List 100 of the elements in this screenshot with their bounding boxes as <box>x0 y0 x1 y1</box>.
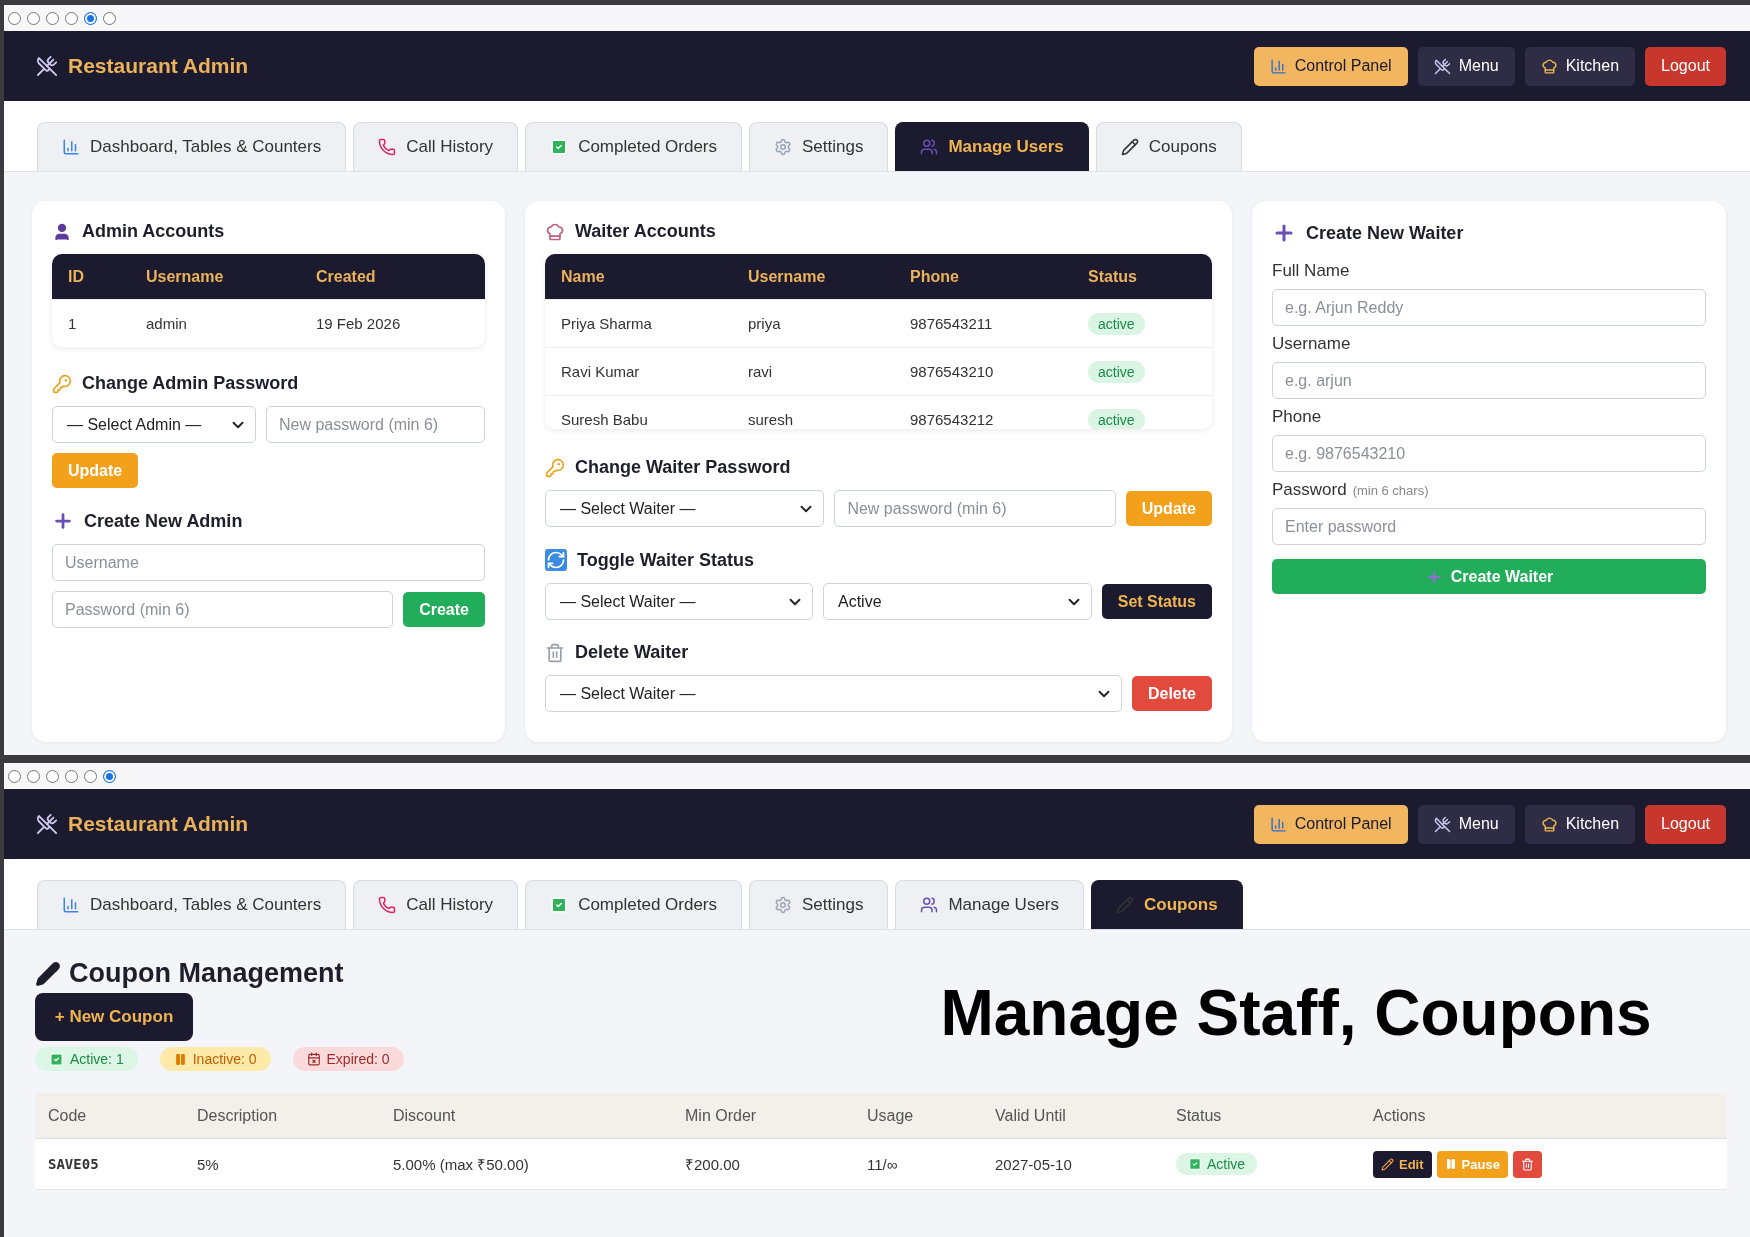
input-field[interactable]: e.g. 9876543210 <box>1272 435 1706 472</box>
radio-dot[interactable] <box>46 11 59 25</box>
tab[interactable]: Completed Orders <box>525 880 742 929</box>
header-button[interactable]: Kitchen <box>1524 804 1636 844</box>
table-cell-text: 9876543211 <box>910 315 994 332</box>
password-field[interactable]: New password (min 6) <box>266 406 485 443</box>
phone-icon <box>378 896 397 914</box>
tab[interactable]: Call History <box>353 122 519 171</box>
input-field[interactable]: e.g. Arjun Reddy <box>1272 289 1706 326</box>
input-field[interactable]: e.g. arjun <box>1272 362 1706 399</box>
tab[interactable]: Dashboard, Tables & Counters <box>37 880 347 929</box>
column-header: Status <box>1176 1106 1223 1125</box>
trash-icon <box>1520 1157 1534 1171</box>
chart-icon <box>1269 57 1287 75</box>
header-button[interactable]: Logout <box>1645 804 1726 844</box>
header-button[interactable]: Kitchen <box>1524 46 1636 86</box>
set-status-button[interactable]: Set Status <box>1101 584 1212 619</box>
table-cell-text: 11/∞ <box>867 1155 899 1173</box>
users-icon <box>920 896 939 914</box>
radio-dot[interactable] <box>65 11 78 25</box>
key-icon <box>545 457 565 478</box>
trash-icon <box>545 642 565 663</box>
column-header: Name <box>561 267 606 286</box>
status-badge: active <box>1088 312 1145 335</box>
count-badge: Expired: 0 <box>292 1047 404 1071</box>
select-field[interactable]: — Select Waiter — <box>545 583 813 620</box>
page-title: Coupon Management <box>69 958 344 989</box>
table-cell-text: 5.00% (max ₹50.00) <box>393 1155 530 1174</box>
tab[interactable]: Settings <box>749 122 889 171</box>
tab[interactable]: Call History <box>353 880 519 929</box>
radio-dot[interactable] <box>65 769 78 783</box>
count-badge: Active: 1 <box>35 1047 138 1071</box>
column-header: Usage <box>867 1106 915 1125</box>
app-title: Restaurant Admin <box>68 54 249 78</box>
edit-button[interactable]: Edit <box>1373 1150 1432 1178</box>
check-icon <box>550 896 569 914</box>
table-cell-text: suresh <box>748 411 795 428</box>
pencil-icon <box>1116 896 1134 914</box>
header-button[interactable]: Control Panel <box>1253 804 1408 844</box>
chart-icon <box>62 138 80 156</box>
radio-dot[interactable] <box>84 769 97 783</box>
password-field[interactable]: New password (min 6) <box>834 490 1116 527</box>
select-field[interactable]: Active <box>823 583 1092 620</box>
chart-icon <box>62 896 80 914</box>
delete-button[interactable] <box>1512 1150 1542 1178</box>
chef-icon <box>1540 57 1558 75</box>
radio-dot[interactable] <box>8 769 21 783</box>
caption: Manage Staff, Coupons <box>939 976 1653 1050</box>
radio-dot[interactable] <box>27 11 40 25</box>
settings-icon <box>774 138 792 156</box>
app-title: Restaurant Admin <box>68 812 249 836</box>
radio-dot[interactable] <box>103 11 116 25</box>
delete-button[interactable]: Delete <box>1131 676 1212 711</box>
radio-dot[interactable] <box>27 769 40 783</box>
table-cell-text: 19 Feb 2026 <box>316 315 402 332</box>
radio-dot[interactable] <box>46 769 59 783</box>
chart-icon <box>1269 815 1287 833</box>
radio-dot[interactable] <box>103 769 116 783</box>
table-cell-text: 5% <box>197 1155 220 1173</box>
tab[interactable]: Dashboard, Tables & Counters <box>37 122 347 171</box>
count-badge: Inactive: 0 <box>159 1047 271 1071</box>
field-label: Phone <box>1272 407 1322 427</box>
pencil-icon <box>1120 138 1139 156</box>
utensils-icon <box>36 813 58 835</box>
input-field[interactable]: Enter password <box>1272 508 1706 545</box>
select-field[interactable]: — Select Admin — <box>52 406 256 443</box>
tab[interactable]: Coupons <box>1095 122 1242 171</box>
chef-icon <box>1540 815 1558 833</box>
tab[interactable]: Manage Users <box>895 122 1089 171</box>
header-button[interactable]: Control Panel <box>1253 46 1408 86</box>
field-label: Full Name <box>1272 261 1350 281</box>
utensils-icon <box>36 55 58 77</box>
header-button[interactable]: Menu <box>1417 804 1515 844</box>
utensils-icon <box>1433 815 1451 833</box>
table-cell-text: 9876543210 <box>910 363 995 380</box>
header-button[interactable]: Menu <box>1417 46 1515 86</box>
plus-icon <box>52 510 74 532</box>
field-hint: (min 6 chars) <box>1352 483 1429 498</box>
column-header: Valid Until <box>995 1106 1067 1125</box>
pencil-icon <box>35 960 61 987</box>
select-field[interactable]: — Select Waiter — <box>545 675 1122 712</box>
tab[interactable]: Coupons <box>1091 880 1243 929</box>
password-field[interactable]: Password (min 6) <box>52 591 394 628</box>
header-button[interactable]: Logout <box>1645 46 1726 86</box>
pause-icon <box>1444 1158 1457 1170</box>
radio-dot[interactable] <box>8 11 21 25</box>
column-header: Discount <box>393 1106 457 1125</box>
tab[interactable]: Completed Orders <box>525 122 742 171</box>
section-title: Delete Waiter <box>575 642 689 663</box>
status-badge: active <box>1088 408 1145 429</box>
username-field[interactable]: Username <box>52 544 485 581</box>
settings-icon <box>774 896 792 914</box>
new-coupon-button[interactable]: + New Coupon <box>35 993 193 1041</box>
select-field[interactable]: — Select Waiter — <box>545 490 825 527</box>
column-header: Status <box>1088 267 1138 286</box>
tab[interactable]: Settings <box>749 880 889 929</box>
tab[interactable]: Manage Users <box>895 880 1084 929</box>
field-label: Username <box>1272 334 1351 354</box>
table-cell-text: priya <box>748 315 782 332</box>
radio-dot[interactable] <box>84 11 97 25</box>
